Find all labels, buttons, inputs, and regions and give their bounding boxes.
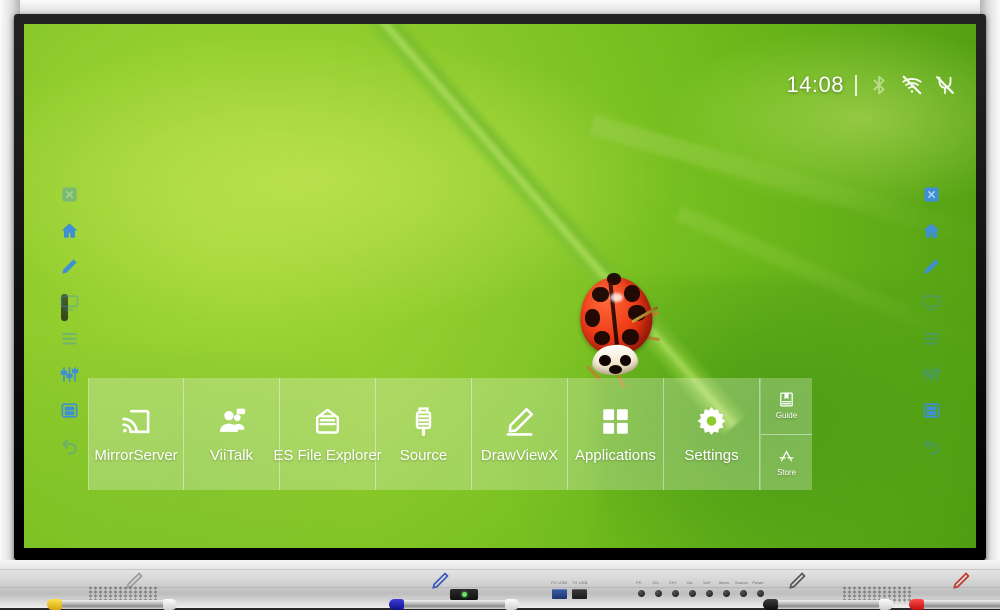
hw-label-ch-up: CH+ xyxy=(668,580,678,585)
hw-button-vol-up[interactable] xyxy=(706,590,713,597)
cast-icon xyxy=(121,404,152,438)
dock-mini-label: Guide xyxy=(775,411,798,421)
sidebar-right-item-annotate[interactable] xyxy=(916,251,946,281)
clock-label: 14:08 xyxy=(786,72,844,97)
sidebar-item-close[interactable] xyxy=(54,179,84,209)
smart-display-device: 14:08 MirrorServer ViiTalk ES File Explo… xyxy=(0,0,1000,610)
dock-item-es-file-explorer[interactable]: ES File Explorer xyxy=(273,378,382,490)
hw-button-ch-down[interactable] xyxy=(655,590,662,597)
display-screen: 14:08 MirrorServer ViiTalk ES File Explo… xyxy=(24,24,976,548)
hdmi-connector-icon xyxy=(408,404,439,438)
dock-label: Source xyxy=(399,447,448,464)
hw-label-power: Power xyxy=(752,580,764,585)
sidebar-right-item-tasks[interactable] xyxy=(916,323,946,353)
usb-port-tv[interactable] xyxy=(572,589,587,599)
sidebar-right-item-close[interactable] xyxy=(916,179,946,209)
sidebar-item-screen[interactable] xyxy=(54,287,84,317)
dock-mini-label: Store xyxy=(776,467,797,477)
hw-label-vol-up: Vol+ xyxy=(703,580,711,585)
dock-item-drawviewx[interactable]: DrawViewX xyxy=(472,378,568,490)
gear-icon xyxy=(696,404,727,438)
hw-button-vol-down[interactable] xyxy=(689,590,696,597)
ir-receiver xyxy=(450,589,478,600)
dock-item-applications[interactable]: Applications xyxy=(568,378,664,490)
file-explorer-icon xyxy=(312,404,343,438)
dock-label: ViiTalk xyxy=(209,447,254,464)
hw-label-source: Source xyxy=(735,580,748,585)
sidebar-right-item-home[interactable] xyxy=(916,215,946,245)
dock-item-mirrorserver[interactable]: MirrorServer xyxy=(88,378,184,490)
dock-item-settings[interactable]: Settings xyxy=(664,378,760,490)
dock-label: MirrorServer xyxy=(94,447,178,464)
sidebar-item-sliders[interactable] xyxy=(54,359,84,389)
sidebar-item-tasks[interactable] xyxy=(54,323,84,353)
hw-label-menu: Menu xyxy=(718,580,729,585)
sidebar-item-annotate[interactable] xyxy=(54,251,84,281)
sidebar-right-item-screen[interactable] xyxy=(916,287,946,317)
hw-button-pc[interactable] xyxy=(638,590,645,597)
video-call-icon xyxy=(216,404,247,438)
dock-label: Applications xyxy=(575,447,656,464)
dock-label: Settings xyxy=(684,447,739,464)
pen-slot-icon-blue xyxy=(430,571,450,589)
app-dock: MirrorServer ViiTalk ES File Explorer So… xyxy=(88,378,812,490)
usb-port-pc[interactable] xyxy=(552,589,567,599)
ethernet-off-icon[interactable] xyxy=(934,74,956,96)
hw-button-menu[interactable] xyxy=(723,590,730,597)
pen-slot-icon-red xyxy=(951,571,971,589)
usb-port-label-tv: TV USB xyxy=(572,580,588,585)
sidebar-item-keyboard[interactable] xyxy=(54,395,84,425)
sidebar-item-home[interactable] xyxy=(54,215,84,245)
app-store-icon xyxy=(779,449,794,462)
pen-slot-icon-black xyxy=(787,571,807,589)
book-icon xyxy=(780,392,793,407)
sidebar-left xyxy=(52,179,86,467)
dock-item-source[interactable]: Source xyxy=(376,378,472,490)
dock-item-guide[interactable]: Guide xyxy=(761,378,812,434)
bluetooth-icon[interactable] xyxy=(868,74,890,96)
sidebar-right-item-keyboard[interactable] xyxy=(916,395,946,425)
dock-item-store[interactable]: Store xyxy=(761,433,812,490)
device-chin: PC USB TV USB PC CH- CH+ Vol- Vol+ Menu … xyxy=(0,560,1000,610)
sidebar-right xyxy=(914,179,948,467)
sidebar-right-item-back[interactable] xyxy=(916,431,946,461)
status-divider xyxy=(855,74,857,96)
pen-slot-icon-left xyxy=(124,571,144,589)
dock-label: DrawViewX xyxy=(480,447,559,464)
sidebar-right-item-sliders[interactable] xyxy=(916,359,946,389)
hardware-button-labels: PC CH- CH+ Vol- Vol+ Menu Source Power xyxy=(633,580,764,585)
hw-button-power[interactable] xyxy=(757,590,764,597)
hw-label-vol-down: Vol- xyxy=(686,580,694,585)
hw-button-ch-up[interactable] xyxy=(672,590,679,597)
hw-label-pc: PC xyxy=(636,580,642,585)
dock-label: ES File Explorer xyxy=(273,447,382,464)
hw-label-ch-down: CH- xyxy=(652,580,660,585)
wifi-off-icon[interactable] xyxy=(901,74,923,96)
usb-port-label-pc: PC USB xyxy=(551,580,568,585)
status-bar: 14:08 xyxy=(786,72,956,98)
sidebar-item-back[interactable] xyxy=(54,431,84,461)
dock-side-column: Guide Store xyxy=(760,378,812,490)
pencil-draw-icon xyxy=(504,404,535,438)
grid-apps-icon xyxy=(600,404,631,438)
hardware-button-row[interactable] xyxy=(638,590,764,597)
dock-item-viitalk[interactable]: ViiTalk xyxy=(184,378,280,490)
hw-button-source[interactable] xyxy=(740,590,747,597)
wallpaper-ladybug xyxy=(572,269,660,389)
